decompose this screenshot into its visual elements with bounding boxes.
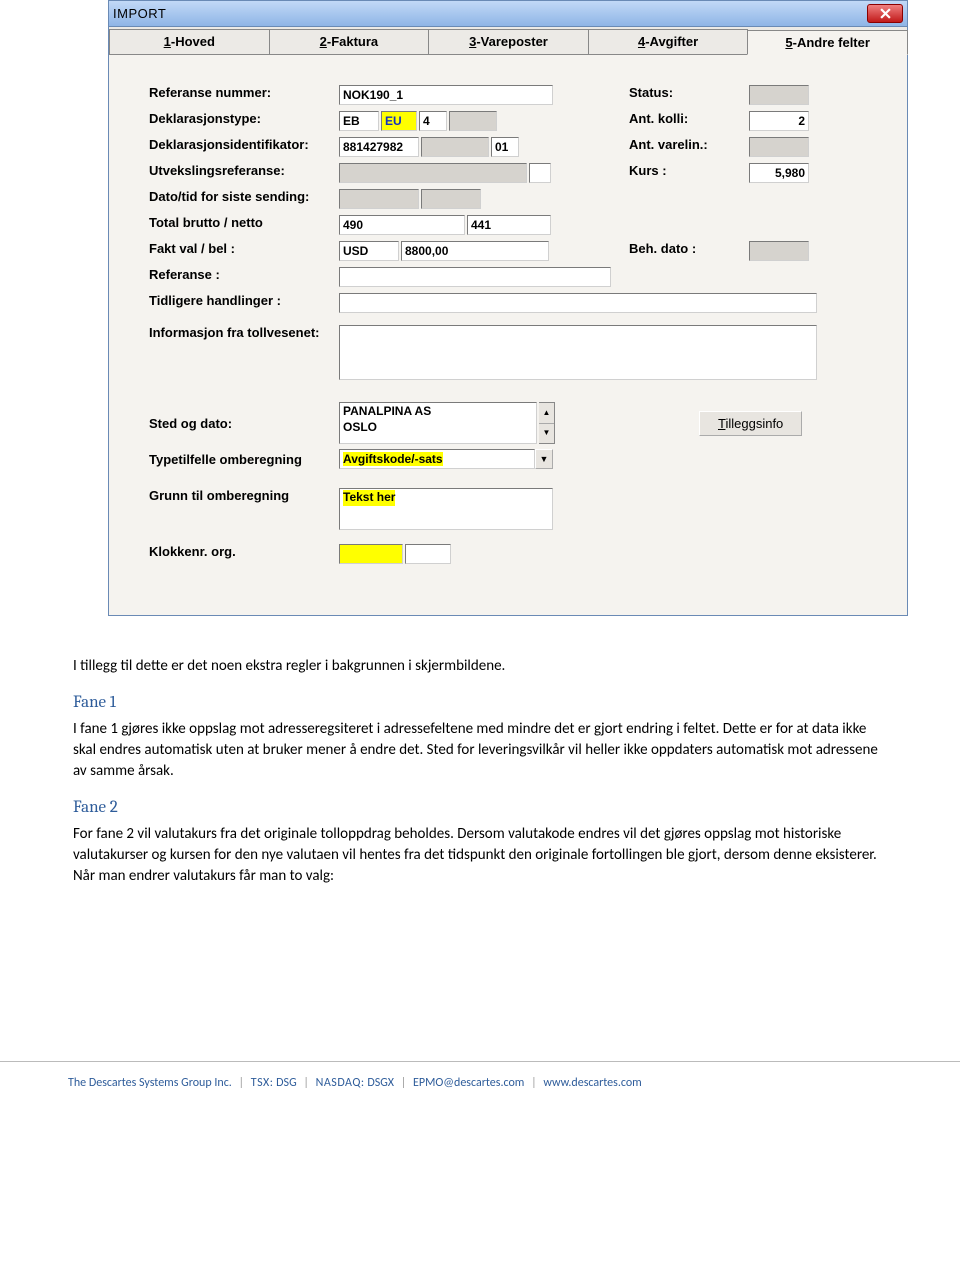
tab-andre-felter[interactable]: 5-Andre felter <box>747 30 908 55</box>
footer-nasdaq-label: NASDAQ: <box>316 1076 365 1090</box>
tilleggsinfo-button[interactable]: Tilleggsinfo <box>699 411 802 436</box>
para-fane2: For fane 2 vil valutakurs fra det origin… <box>73 824 892 887</box>
chevron-down-icon[interactable]: ▼ <box>535 449 553 469</box>
label-kurs: Kurs : <box>629 163 749 178</box>
footer-url[interactable]: www.descartes.com <box>543 1076 641 1090</box>
label-ant-kolli: Ant. kolli: <box>629 111 749 126</box>
label-referanse: Referanse : <box>149 267 339 282</box>
label-ant-varelin: Ant. varelin.: <box>629 137 749 152</box>
window-title: IMPORT <box>113 6 166 21</box>
field-tidligere[interactable] <box>339 293 817 313</box>
label-decl-id: Deklarasjonsidentifikator: <box>149 137 339 152</box>
label-tidligere: Tidligere handlinger : <box>149 293 339 308</box>
field-date-send-1 <box>339 189 419 209</box>
label-status: Status: <box>629 85 749 100</box>
field-ant-varelin <box>749 137 809 157</box>
field-klokke-1[interactable] <box>339 544 403 564</box>
field-decl-type-4 <box>449 111 497 131</box>
dropdown-type-omb[interactable]: Avgiftskode/-sats ▼ <box>339 449 553 469</box>
field-ref-nummer[interactable]: NOK190_1 <box>339 85 553 105</box>
footer-nasdaq: DSGX <box>367 1076 394 1090</box>
tab-faktura[interactable]: 2-Faktura <box>269 29 430 54</box>
field-type-omb: Avgiftskode/-sats <box>339 449 535 469</box>
close-icon <box>880 8 891 19</box>
field-decl-type-1[interactable]: EB <box>339 111 379 131</box>
label-beh-dato: Beh. dato : <box>629 241 749 256</box>
titlebar: IMPORT <box>109 1 907 27</box>
footer-company: The Descartes Systems Group Inc. <box>68 1076 232 1090</box>
field-exch-ref-2[interactable] <box>529 163 551 183</box>
field-kurs[interactable]: 5,980 <box>749 163 809 183</box>
tab-bar: 1-Hoved 2-Faktura 3-Vareposter 4-Avgifte… <box>109 27 907 55</box>
label-ref-nummer: Referanse nummer: <box>149 85 339 100</box>
para-fane1: I fane 1 gjøres ikke oppslag mot adresse… <box>73 719 892 782</box>
spin-up-button[interactable]: ▲ <box>539 403 554 424</box>
field-decl-type-3[interactable]: 4 <box>419 111 447 131</box>
label-info-toll: Informasjon fra tollvesenet: <box>149 325 339 340</box>
label-type-omb: Typetilfelle omberegning <box>149 452 339 467</box>
field-status <box>749 85 809 105</box>
label-exch-ref: Utvekslingsreferanse: <box>149 163 339 178</box>
tab-vareposter[interactable]: 3-Vareposter <box>428 29 589 54</box>
label-sted-dato: Sted og dato: <box>149 416 339 431</box>
label-total-bn: Total brutto / netto <box>149 215 339 230</box>
article-body: I tillegg til dette er det noen ekstra r… <box>68 656 892 887</box>
field-klokke-2[interactable] <box>405 544 451 564</box>
field-grunn-omb[interactable]: Tekst her <box>339 488 553 530</box>
label-grunn-omb: Grunn til omberegning <box>149 488 339 503</box>
footer-tsx: DSG <box>276 1076 296 1090</box>
sted-dato-spinner: ▲ ▼ <box>539 402 555 444</box>
app-window: IMPORT 1-Hoved 2-Faktura 3-Vareposter 4-… <box>108 0 908 616</box>
field-info-toll[interactable] <box>339 325 817 380</box>
tab-hoved[interactable]: 1-Hoved <box>109 29 270 54</box>
field-brutto[interactable]: 490 <box>339 215 465 235</box>
field-exch-ref <box>339 163 527 183</box>
footer-email[interactable]: EPMO@descartes.com <box>413 1076 524 1090</box>
field-fakt-val[interactable]: USD <box>339 241 399 261</box>
form-panel: Referanse nummer: NOK190_1 Status: Dekla… <box>109 55 907 615</box>
para-intro: I tillegg til dette er det noen ekstra r… <box>73 656 892 677</box>
field-sted-dato[interactable]: PANALPINA AS OSLO <box>339 402 537 444</box>
label-decl-type: Deklarasjonstype: <box>149 111 339 126</box>
field-referanse[interactable] <box>339 267 611 287</box>
field-decl-type-2[interactable]: EU <box>381 111 417 131</box>
spin-down-button[interactable]: ▼ <box>539 424 554 444</box>
field-decl-id-1[interactable]: 881427982 <box>339 137 419 157</box>
page-footer: The Descartes Systems Group Inc. | TSX: … <box>0 1061 960 1110</box>
label-date-send: Dato/tid for siste sending: <box>149 189 339 204</box>
field-decl-id-3[interactable]: 01 <box>491 137 519 157</box>
tab-avgifter[interactable]: 4-Avgifter <box>588 29 749 54</box>
close-button[interactable] <box>867 4 903 23</box>
footer-tsx-label: TSX: <box>251 1076 274 1090</box>
field-fakt-bel[interactable]: 8800,00 <box>401 241 549 261</box>
field-decl-id-2 <box>421 137 489 157</box>
heading-fane2: Fane 2 <box>73 796 892 820</box>
field-netto[interactable]: 441 <box>467 215 551 235</box>
field-date-send-2 <box>421 189 481 209</box>
heading-fane1: Fane 1 <box>73 691 892 715</box>
label-fakt-val: Fakt val / bel : <box>149 241 339 256</box>
label-klokke: Klokkenr. org. <box>149 544 339 559</box>
field-ant-kolli[interactable]: 2 <box>749 111 809 131</box>
field-beh-dato <box>749 241 809 261</box>
